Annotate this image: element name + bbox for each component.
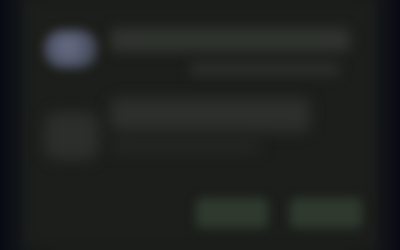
dialog-message-secondary-line bbox=[110, 140, 260, 152]
avatar bbox=[44, 30, 98, 68]
dialog-title bbox=[110, 28, 350, 52]
dialog-subtitle bbox=[190, 62, 340, 76]
dialog-message bbox=[110, 98, 310, 132]
app-icon bbox=[44, 112, 100, 160]
primary-button[interactable] bbox=[290, 198, 362, 228]
secondary-button[interactable] bbox=[196, 198, 268, 228]
